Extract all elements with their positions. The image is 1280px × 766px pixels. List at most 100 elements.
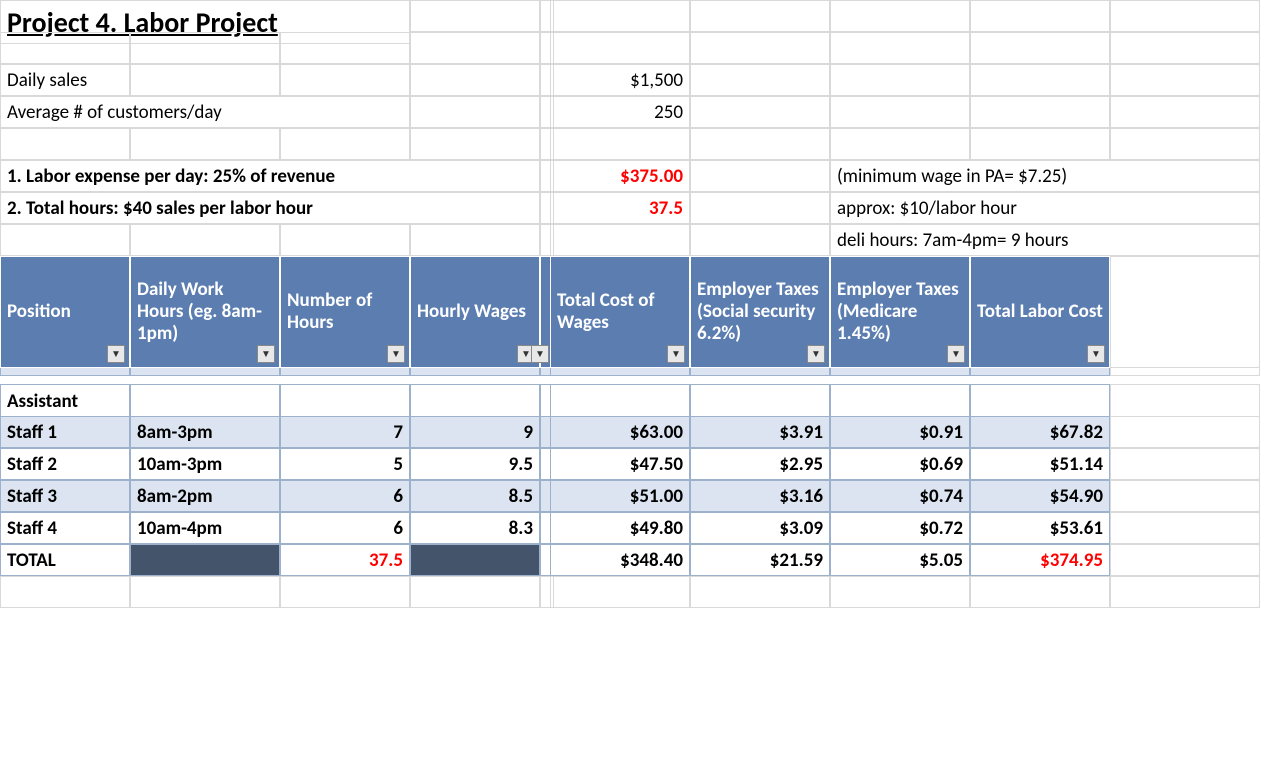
col-header-tax-ss[interactable]: Employer Taxes (Social security 6.2%)▼ xyxy=(690,256,830,368)
daily-sales-value[interactable]: $1,500 xyxy=(550,64,690,96)
blank-cell xyxy=(410,224,540,256)
blank-cell xyxy=(280,576,410,608)
cell-position[interactable]: Staff 1 xyxy=(0,416,130,448)
blank-cell xyxy=(410,96,540,128)
blank-cell xyxy=(690,192,830,224)
filter-dropdown-icon[interactable]: ▼ xyxy=(387,345,405,363)
cell-wage[interactable]: 9.5 xyxy=(410,448,540,480)
blank-cell xyxy=(1110,448,1260,480)
blank-cell xyxy=(550,32,690,64)
col-header-position[interactable]: Position ▼ xyxy=(0,256,130,368)
avg-customers-label: Average # of customers/day xyxy=(0,96,410,128)
blank-cell xyxy=(130,224,280,256)
col-header-tax-med[interactable]: Employer Taxes (Medicare 1.45%)▼ xyxy=(830,256,970,368)
blank-cell xyxy=(280,224,410,256)
cell-wage[interactable]: 8.3 xyxy=(410,512,540,544)
cell-hours[interactable]: 6 xyxy=(280,512,410,544)
blank-cell xyxy=(130,32,280,64)
total-dark-fill xyxy=(130,544,280,576)
total-hours-label: 2. Total hours: $40 sales per labor hour xyxy=(0,192,540,224)
cell-shift[interactable]: 10am-4pm xyxy=(130,512,280,544)
cell-med[interactable]: $0.74 xyxy=(830,480,970,512)
cell-shift[interactable]: 10am-3pm xyxy=(130,448,280,480)
col-header-hourly-wages[interactable]: Hourly Wages▼ xyxy=(410,256,540,368)
blank-cell xyxy=(410,64,540,96)
col-header-total-cost-wages-label: Total Cost of Wages xyxy=(557,290,683,334)
total-med[interactable]: $5.05 xyxy=(830,544,970,576)
cell-med[interactable]: $0.69 xyxy=(830,448,970,480)
cell-position[interactable]: Staff 2 xyxy=(0,448,130,480)
blank-cell xyxy=(1110,96,1260,128)
col-header-position-label: Position xyxy=(7,301,71,323)
col-header-tax-med-label: Employer Taxes (Medicare 1.45%) xyxy=(837,279,963,345)
col-header-total-labor-label: Total Labor Cost xyxy=(977,301,1103,323)
cell-cost[interactable]: $51.00 xyxy=(550,480,690,512)
cell-position[interactable]: Staff 4 xyxy=(0,512,130,544)
total-dark-fill xyxy=(410,544,540,576)
col-header-num-hours[interactable]: Number of Hours ▼ xyxy=(280,256,410,368)
cell-total[interactable]: $67.82 xyxy=(970,416,1110,448)
blank-cell xyxy=(830,576,970,608)
cell-total[interactable]: $54.90 xyxy=(970,480,1110,512)
total-hours[interactable]: 37.5 xyxy=(280,544,410,576)
col-header-num-hours-label: Number of Hours xyxy=(287,290,403,334)
blank-cell xyxy=(830,64,970,96)
blank-cell xyxy=(550,0,690,32)
blank-cell xyxy=(690,96,830,128)
blank-cell xyxy=(280,128,410,160)
blank-cell xyxy=(410,0,540,32)
col-header-tax-ss-label: Employer Taxes (Social security 6.2%) xyxy=(697,279,823,345)
col-header-work-hours-label: Daily Work Hours (eg. 8am-1pm) xyxy=(137,279,273,345)
cell-cost[interactable]: $63.00 xyxy=(550,416,690,448)
blank-cell xyxy=(410,128,540,160)
cell-ss[interactable]: $3.91 xyxy=(690,416,830,448)
cell-total[interactable]: $53.61 xyxy=(970,512,1110,544)
labor-expense-value[interactable]: $375.00 xyxy=(550,160,690,192)
cell-wage[interactable]: 9 xyxy=(410,416,540,448)
total-hours-value[interactable]: 37.5 xyxy=(550,192,690,224)
avg-customers-value[interactable]: 250 xyxy=(550,96,690,128)
cell-wage[interactable]: 8.5 xyxy=(410,480,540,512)
total-label: TOTAL xyxy=(0,544,130,576)
col-header-total-labor[interactable]: Total Labor Cost ▼ xyxy=(970,256,1110,368)
filter-dropdown-icon[interactable]: ▼ xyxy=(947,345,965,363)
cell-ss[interactable]: $3.09 xyxy=(690,512,830,544)
cell-position[interactable]: Staff 3 xyxy=(0,480,130,512)
total-cost[interactable]: $348.40 xyxy=(550,544,690,576)
blank-cell xyxy=(1110,256,1260,368)
blank-cell xyxy=(1110,576,1260,608)
cell-med[interactable]: $0.91 xyxy=(830,416,970,448)
cell-hours[interactable]: 7 xyxy=(280,416,410,448)
cell-cost[interactable]: $47.50 xyxy=(550,448,690,480)
cell-ss[interactable]: $2.95 xyxy=(690,448,830,480)
cell-total[interactable]: $51.14 xyxy=(970,448,1110,480)
blank-cell xyxy=(830,96,970,128)
filter-dropdown-icon[interactable]: ▼ xyxy=(257,345,275,363)
filter-dropdown-icon[interactable]: ▼ xyxy=(531,345,549,363)
cell-shift[interactable]: 8am-2pm xyxy=(130,480,280,512)
blank-cell xyxy=(690,32,830,64)
blank-cell xyxy=(690,576,830,608)
blank-cell xyxy=(410,32,540,64)
cell-shift[interactable]: 8am-3pm xyxy=(130,416,280,448)
cell-med[interactable]: $0.72 xyxy=(830,512,970,544)
cell-cost[interactable]: $49.80 xyxy=(550,512,690,544)
cell-hours[interactable]: 5 xyxy=(280,448,410,480)
cell-hours[interactable]: 6 xyxy=(280,480,410,512)
filter-dropdown-icon[interactable]: ▼ xyxy=(107,345,125,363)
cell-ss[interactable]: $3.16 xyxy=(690,480,830,512)
filter-dropdown-icon[interactable]: ▼ xyxy=(667,345,685,363)
blank-cell xyxy=(550,576,690,608)
total-ss[interactable]: $21.59 xyxy=(690,544,830,576)
blank-cell xyxy=(550,128,690,160)
col-header-hourly-wages-label: Hourly Wages xyxy=(417,301,526,323)
total-labor-cost[interactable]: $374.95 xyxy=(970,544,1110,576)
filter-dropdown-icon[interactable]: ▼ xyxy=(1087,345,1105,363)
col-header-total-cost-wages[interactable]: Total Cost of Wages ▼ xyxy=(550,256,690,368)
blank-cell xyxy=(970,128,1110,160)
blank-cell xyxy=(970,576,1110,608)
blank-cell xyxy=(130,128,280,160)
col-header-work-hours[interactable]: Daily Work Hours (eg. 8am-1pm)▼ xyxy=(130,256,280,368)
filter-dropdown-icon[interactable]: ▼ xyxy=(807,345,825,363)
blank-cell xyxy=(0,224,130,256)
